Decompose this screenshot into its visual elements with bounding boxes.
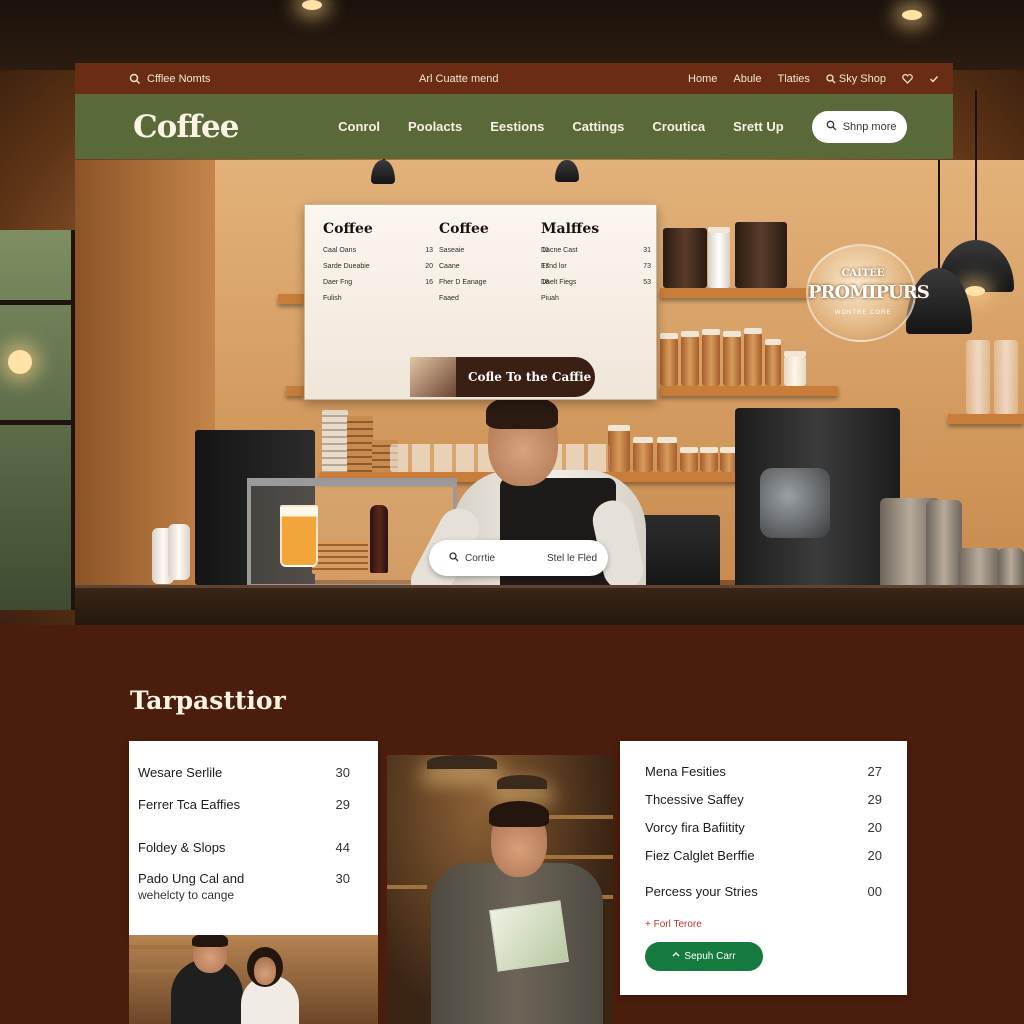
menu-column-title: Coffee — [323, 221, 373, 237]
menu-column: Malffes Dacne Cast 31 Esnd lor 73 Daelt Fi… — [541, 221, 651, 311]
ceiling — [0, 0, 1024, 70]
menu-row: Fulish — [323, 295, 342, 302]
arrow-up-icon — [672, 951, 680, 962]
top-link-shop[interactable]: Sky Shop — [826, 73, 886, 85]
menu-row: Esnd lor 73 — [541, 263, 651, 270]
section-title: Tarpasttior — [130, 686, 286, 715]
photo-reader — [387, 755, 613, 1024]
globe-lamp-sign: CAITEE PROMIPURS WONTRE CORE — [806, 244, 930, 342]
menu-row: Daelt Fiegs 53 — [541, 279, 651, 286]
menu-column-title: Coffee — [439, 221, 489, 237]
search-icon — [826, 120, 837, 134]
bottle — [370, 505, 388, 573]
menu-row: Faaed — [439, 295, 459, 302]
list-item[interactable]: Mena Fesities 27 — [645, 764, 882, 779]
nav-link-cattings[interactable]: Cattings — [572, 119, 624, 134]
check-icon[interactable] — [929, 74, 939, 84]
espresso-machine — [735, 408, 900, 603]
coffee-cup-icon — [129, 73, 141, 85]
info-card-left: Wesare Serlile 30 Ferrer Tca Eaffies 29 … — [129, 741, 378, 935]
main-nav: Coffee Conrol Poolacts Eestions Cattings… — [75, 94, 953, 159]
juice-glass — [280, 505, 318, 567]
globe-line-2: PROMIPURS — [808, 282, 930, 303]
list-item[interactable]: Wesare Serlile 30 — [138, 765, 350, 780]
menu-row: Saseaie 11 — [439, 247, 549, 254]
info-card-right: Mena Fesities 27 Thcessive Saffey 29 Vor… — [620, 741, 907, 995]
top-link-shop-label: Sky Shop — [838, 72, 886, 85]
wood-pillar — [75, 160, 215, 610]
search-location[interactable]: Stel le Fled — [547, 553, 597, 564]
top-bar: Cfflee Nomts Arl Cuatte mend Home Abule … — [75, 63, 953, 94]
menu-banner-thumbnail — [410, 357, 456, 397]
shelf — [286, 386, 304, 396]
nav-link-poolacts[interactable]: Poolacts — [408, 119, 462, 134]
site-logo[interactable]: Coffee — [133, 109, 338, 145]
top-tagline: Arl Cuatte mend — [419, 72, 499, 85]
globe-line-3: WONTRE CORE — [834, 310, 892, 316]
photo-baristas — [129, 935, 378, 1024]
menu-column-title: Malffes — [541, 221, 600, 237]
list-item[interactable]: Thcessive Saffey 29 — [645, 792, 882, 807]
list-item[interactable]: Fiez Calglet Berffie 20 — [645, 848, 882, 863]
globe-line-1: CAITEE — [841, 268, 885, 279]
menu-row: Caane 17 — [439, 263, 549, 270]
counter — [75, 585, 1024, 625]
photo-search-bar[interactable]: Corrtie Stel le Fled — [429, 540, 608, 576]
search-icon — [449, 551, 459, 565]
nav-link-croutica[interactable]: Croutica — [652, 119, 705, 134]
list-item[interactable]: Ferrer Tca Eaffies 29 — [138, 797, 350, 812]
nav-link-srett-up[interactable]: Srett Up — [733, 119, 784, 134]
menu-row: Piuah — [541, 295, 559, 302]
menu-column: Coffee Caal Oans 13 Sarde Dueabie 20 Daer … — [323, 221, 433, 311]
list-item[interactable]: Vorcy fira Bafiitity 20 — [645, 820, 882, 835]
shelf — [660, 386, 838, 396]
nav-link-conrol[interactable]: Conrol — [338, 119, 380, 134]
top-link-tlaties[interactable]: Tlaties — [778, 73, 810, 85]
menu-row: Daer Fng 16 — [323, 279, 433, 286]
search-category[interactable]: Corrtie — [465, 553, 547, 564]
newspaper — [489, 900, 569, 972]
menu-row: Fher D Eanage 18 — [439, 279, 549, 286]
search-icon — [826, 73, 836, 84]
menu-board: Coffee Caal Oans 13 Sarde Dueabie 20 Daer … — [304, 204, 657, 400]
plus-icon: + — [645, 919, 651, 930]
top-brand-label: Cfflee Nomts — [147, 72, 211, 85]
shelf — [948, 414, 1024, 424]
shelf — [660, 288, 810, 298]
shop-more-label: Shnp more — [842, 120, 897, 133]
search-cart-button[interactable]: Sepuh Carr — [645, 942, 763, 971]
top-link-home[interactable]: Home — [688, 73, 717, 85]
cafe-window — [0, 230, 75, 610]
menu-row: Caal Oans 13 — [323, 247, 433, 254]
more-link[interactable]: + Forl Terore — [645, 919, 882, 930]
top-brand[interactable]: Cfflee Nomts — [129, 73, 419, 85]
search-cart-label: Sepuh Carr — [684, 951, 736, 962]
shop-more-button[interactable]: Shnp more — [811, 110, 907, 143]
menu-row: Sarde Dueabie 20 — [323, 263, 433, 270]
menu-column: Coffee Saseaie 11 Caane 17 Fher D Eanage 18… — [439, 221, 549, 311]
shelf — [278, 294, 304, 304]
list-item[interactable]: Percess your Stries 00 — [645, 884, 882, 899]
list-item[interactable]: Foldey & Slops 44 — [138, 840, 350, 855]
nav-link-eestions[interactable]: Eestions — [490, 119, 544, 134]
menu-row: Dacne Cast 31 — [541, 247, 651, 254]
heart-icon[interactable] — [902, 73, 913, 84]
list-item[interactable]: Pado Ung Cal and wehelcty to cange 30 — [138, 871, 350, 902]
top-link-about[interactable]: Abule — [733, 73, 761, 85]
